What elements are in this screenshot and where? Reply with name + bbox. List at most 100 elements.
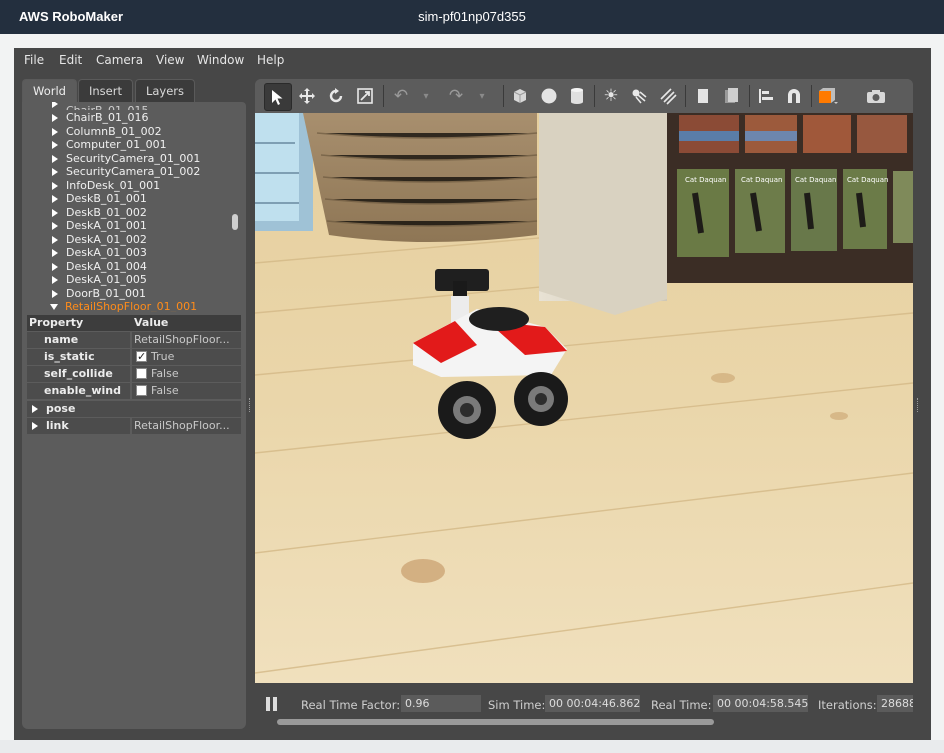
menu-view[interactable]: View [156, 53, 184, 67]
box-shape-icon[interactable] [507, 83, 533, 109]
self-collide-checkbox[interactable] [136, 368, 147, 379]
app-header: AWS RoboMaker sim-pf01np07d355 [0, 0, 944, 34]
tree-item[interactable]: DeskB_01_001 [52, 192, 147, 205]
tree-item[interactable]: DeskA_01_002 [52, 233, 147, 246]
gazebo-window: File Edit Camera View Window Help World … [14, 48, 931, 740]
expand-arrow-icon[interactable] [52, 249, 58, 257]
cylinder-shape-icon[interactable] [564, 83, 590, 109]
tree-item[interactable]: Computer_01_001 [52, 138, 167, 151]
screenshot-icon[interactable] [863, 83, 889, 109]
viewport-panel: ↶ ▾ ↷ ▾ ☀ Cat Daquan Cat Daquan Cat Daqu… [255, 79, 913, 733]
expand-arrow-icon[interactable] [32, 405, 38, 413]
rotate-icon[interactable] [323, 83, 349, 109]
scene-toolbar: ↶ ▾ ↷ ▾ ☀ [255, 79, 913, 113]
tree-item[interactable]: ChairB_01_016 [52, 111, 149, 124]
tree-item[interactable]: DoorB_01_001 [52, 287, 146, 300]
expand-arrow-icon[interactable] [52, 276, 58, 284]
collapse-arrow-icon[interactable] [50, 304, 58, 310]
real-time-factor-label: Real Time Factor: [301, 698, 401, 712]
model-tree[interactable]: ChairB_01_015 ChairB_01_016 ColumnB_01_0… [22, 102, 246, 312]
tree-item[interactable]: SecurityCamera_01_001 [52, 152, 200, 165]
poster-caption: Cat Daquan [741, 176, 782, 184]
real-time-value: 00 00:04:58.545 [713, 695, 808, 712]
scene-viewport[interactable]: Cat Daquan Cat Daquan Cat Daquan Cat Daq… [255, 113, 913, 683]
view-angle-icon[interactable] [815, 83, 841, 109]
world-panel: ChairB_01_015 ChairB_01_016 ColumnB_01_0… [22, 102, 246, 729]
paste-icon[interactable] [718, 83, 744, 109]
menu-window[interactable]: Window [197, 53, 244, 67]
copy-icon[interactable] [690, 83, 716, 109]
tree-item[interactable]: DeskB_01_002 [52, 206, 147, 219]
tree-scrollbar[interactable] [232, 214, 238, 230]
enable-wind-checkbox[interactable] [136, 385, 147, 396]
sphere-shape-icon[interactable] [536, 83, 562, 109]
expand-arrow-icon[interactable] [52, 195, 58, 203]
menu-file[interactable]: File [24, 53, 44, 67]
expand-arrow-icon[interactable] [52, 114, 58, 122]
right-splitter-handle[interactable] [917, 398, 920, 412]
tree-item[interactable]: SecurityCamera_01_002 [52, 165, 200, 178]
tab-layers[interactable]: Layers [135, 79, 195, 102]
tree-item-partial: ChairB_01_015 [52, 102, 149, 110]
value-column-header: Value [134, 316, 169, 329]
select-arrow-icon[interactable] [264, 83, 292, 111]
property-row-pose[interactable]: pose [27, 401, 241, 417]
tree-item[interactable]: DeskA_01_004 [52, 260, 147, 273]
menu-camera[interactable]: Camera [96, 53, 143, 67]
expand-arrow-icon[interactable] [52, 235, 58, 244]
menu-edit[interactable]: Edit [59, 53, 82, 67]
poster-caption: Cat Daquan [847, 176, 888, 184]
expand-arrow-icon[interactable] [52, 262, 58, 271]
tree-item[interactable]: DeskA_01_003 [52, 246, 147, 259]
tree-item-selected[interactable]: RetailShopFloor_01_001 [50, 300, 197, 312]
status-bar: Real Time Factor: 0.96 Sim Time: 00 00:0… [255, 683, 913, 733]
tree-item[interactable]: InfoDesk_01_001 [52, 179, 160, 192]
property-value: False [151, 367, 179, 380]
point-light-icon[interactable]: ☀ [598, 83, 624, 109]
align-icon[interactable] [753, 83, 779, 109]
expand-arrow-icon[interactable] [32, 422, 38, 430]
property-row-is-static[interactable]: is_static True [27, 349, 241, 365]
undo-icon[interactable]: ↶ [388, 83, 414, 109]
expand-arrow-icon[interactable] [52, 154, 58, 163]
horizontal-scrollbar[interactable] [277, 719, 714, 725]
property-label: is_static [44, 350, 95, 363]
poster-caption: Cat Daquan [685, 176, 726, 184]
scene-render: Cat Daquan Cat Daquan Cat Daquan Cat Daq… [255, 113, 913, 683]
property-row-name[interactable]: name RetailShopFloor... [27, 332, 241, 348]
expand-arrow-icon[interactable] [52, 289, 58, 298]
sim-time-label: Sim Time: [488, 698, 546, 712]
menu-help[interactable]: Help [257, 53, 284, 67]
page-footer [0, 740, 944, 753]
iterations-label: Iterations: [818, 698, 877, 712]
pause-icon[interactable] [266, 697, 278, 711]
redo-icon[interactable]: ↷ [443, 83, 469, 109]
expand-arrow-icon[interactable] [52, 168, 58, 176]
translate-icon[interactable] [294, 83, 320, 109]
property-row-self-collide[interactable]: self_collide False [27, 366, 241, 382]
expand-arrow-icon[interactable] [52, 127, 58, 136]
property-value: True [151, 350, 175, 363]
snap-icon[interactable] [781, 83, 807, 109]
splitter-handle[interactable] [249, 398, 252, 412]
scale-icon[interactable] [352, 83, 378, 109]
property-label: name [44, 333, 79, 346]
property-value: False [151, 384, 179, 397]
spot-light-icon[interactable] [626, 83, 652, 109]
is-static-checkbox[interactable] [136, 349, 147, 365]
redo-dropdown-icon[interactable]: ▾ [469, 83, 495, 109]
tab-world[interactable]: World [22, 79, 77, 102]
poster-caption: Cat Daquan [795, 176, 836, 184]
expand-arrow-icon[interactable] [52, 141, 58, 149]
property-row-enable-wind[interactable]: enable_wind False [27, 383, 241, 399]
expand-arrow-icon[interactable] [52, 208, 58, 217]
expand-arrow-icon[interactable] [52, 181, 58, 190]
expand-arrow-icon[interactable] [52, 222, 58, 230]
tree-item[interactable]: ColumnB_01_002 [52, 125, 162, 138]
property-row-link[interactable]: link RetailShopFloor... [27, 418, 241, 434]
tree-item[interactable]: DeskA_01_001 [52, 219, 147, 232]
directional-light-icon[interactable] [655, 83, 681, 109]
tree-item[interactable]: DeskA_01_005 [52, 273, 147, 286]
undo-dropdown-icon[interactable]: ▾ [413, 83, 439, 109]
tab-insert[interactable]: Insert [78, 79, 133, 102]
